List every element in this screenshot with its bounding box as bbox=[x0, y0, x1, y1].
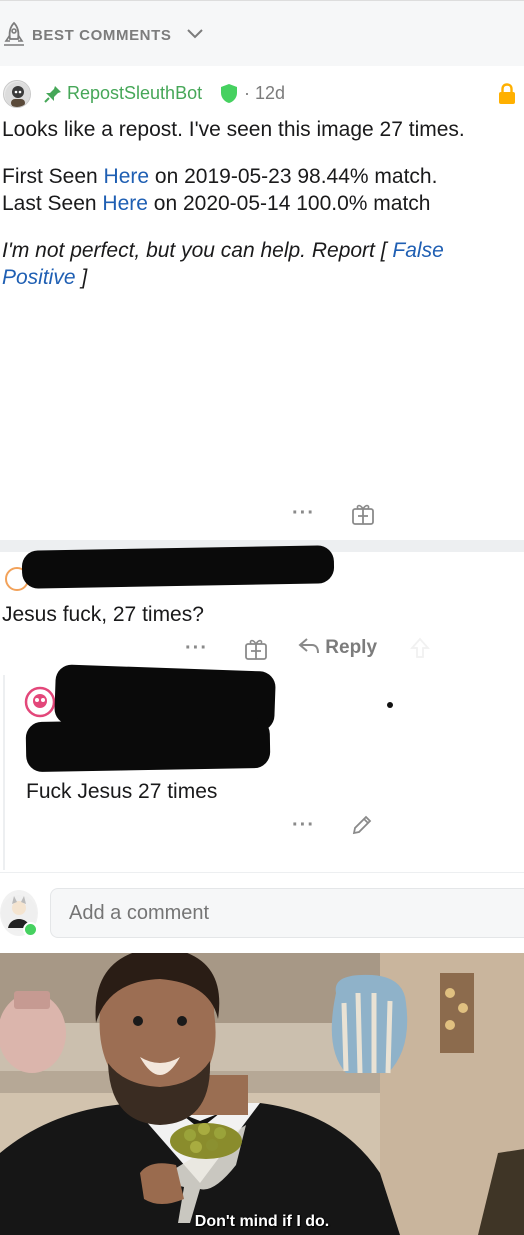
redaction bbox=[21, 545, 335, 589]
false-positive-link-cont[interactable]: Positive bbox=[2, 266, 76, 289]
comment-body: Fuck Jesus 27 times bbox=[26, 780, 218, 803]
lock-icon bbox=[499, 83, 515, 104]
upvote-icon[interactable] bbox=[410, 637, 430, 659]
thread-line bbox=[3, 675, 5, 870]
username[interactable]: RepostSleuthBot bbox=[67, 83, 202, 104]
meme-caption: Don't mind if I do. bbox=[194, 1213, 330, 1230]
sort-label: BEST COMMENTS bbox=[32, 27, 172, 44]
report-line-2: Positive ] bbox=[2, 266, 88, 289]
edit-pencil-icon[interactable] bbox=[350, 813, 374, 837]
rocket-icon bbox=[4, 21, 24, 46]
more-options-button[interactable]: ··· bbox=[292, 502, 315, 525]
chevron-down-icon bbox=[187, 29, 203, 39]
false-positive-link[interactable]: False bbox=[392, 239, 443, 262]
more-options-button[interactable]: ··· bbox=[185, 637, 208, 660]
dot-mark bbox=[387, 702, 393, 708]
comment-body: Jesus fuck, 27 times? bbox=[2, 603, 204, 626]
redaction bbox=[25, 717, 271, 773]
report-line: I'm not perfect, but you can help. Repor… bbox=[2, 239, 444, 262]
pin-icon bbox=[44, 86, 61, 103]
comment-body: Looks like a repost. I've seen this imag… bbox=[2, 118, 465, 141]
avatar[interactable] bbox=[3, 80, 31, 108]
sort-bar[interactable]: BEST COMMENTS bbox=[0, 0, 524, 66]
moderator-shield-icon bbox=[221, 84, 237, 103]
comment-age: · 12d bbox=[244, 83, 286, 103]
last-seen-link[interactable]: Here bbox=[102, 192, 148, 215]
last-seen-line: Last Seen Here on 2020-05-14 100.0% matc… bbox=[2, 192, 431, 215]
online-status-dot bbox=[23, 922, 38, 937]
more-options-button[interactable]: ··· bbox=[292, 814, 315, 837]
meme-image bbox=[0, 953, 524, 1235]
gift-award-icon[interactable] bbox=[244, 638, 268, 660]
first-seen-link[interactable]: Here bbox=[104, 165, 150, 188]
meme-picture bbox=[0, 953, 524, 1235]
reply-button[interactable]: Reply bbox=[298, 637, 377, 659]
first-seen-line: First Seen Here on 2019-05-23 98.44% mat… bbox=[2, 165, 438, 188]
bot-avatar-icon bbox=[5, 82, 30, 107]
reply-icon bbox=[298, 638, 319, 654]
add-comment-input[interactable] bbox=[50, 888, 524, 938]
gift-award-icon[interactable] bbox=[351, 503, 375, 525]
user-avatar-icon[interactable] bbox=[24, 686, 56, 718]
